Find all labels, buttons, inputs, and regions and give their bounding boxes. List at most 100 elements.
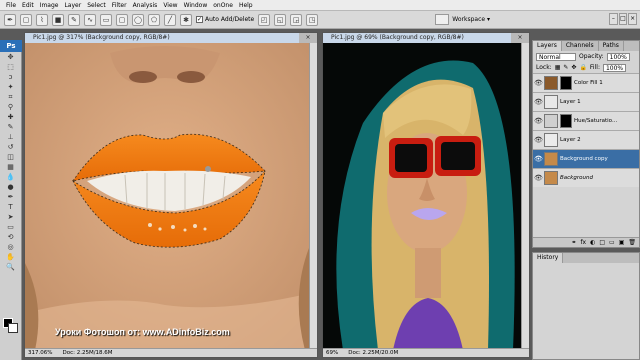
- menu-window[interactable]: Window: [181, 0, 211, 11]
- workspace-switcher[interactable]: Workspace ▾: [435, 14, 490, 25]
- link-layers-icon[interactable]: ⚭: [571, 238, 576, 247]
- custom-shape-icon[interactable]: ✱: [180, 13, 192, 26]
- fill-input[interactable]: 100%: [602, 63, 627, 72]
- line-icon[interactable]: ╱: [164, 13, 176, 26]
- lasso-tool-icon[interactable]: ↄ: [4, 73, 18, 82]
- new-layer-icon[interactable]: ▣: [619, 238, 625, 247]
- ellipse-icon[interactable]: ◯: [132, 13, 144, 26]
- menu-help[interactable]: Help: [236, 0, 256, 11]
- clone-stamp-tool-icon[interactable]: ⊥: [4, 133, 18, 142]
- visibility-eye-icon[interactable]: 👁: [534, 79, 543, 87]
- menu-select[interactable]: Select: [84, 0, 109, 11]
- layer-row[interactable]: 👁 Background copy: [533, 149, 639, 168]
- 3d-rotate-tool-icon[interactable]: ⟲: [4, 233, 18, 242]
- lock-all-icon[interactable]: 🔒: [579, 64, 586, 71]
- layer-mask-thumbnail[interactable]: [560, 114, 572, 128]
- minimize-icon[interactable]: –: [609, 13, 618, 25]
- lock-position-icon[interactable]: ✥: [571, 64, 576, 71]
- close-icon[interactable]: ×: [628, 13, 638, 25]
- visibility-eye-icon[interactable]: 👁: [534, 155, 543, 163]
- pen-icon[interactable]: ✎: [68, 13, 80, 26]
- layer-mask-icon[interactable]: □: [599, 238, 605, 247]
- eraser-tool-icon[interactable]: ◫: [4, 153, 18, 162]
- layer-row[interactable]: 👁 Hue/Saturatio...: [533, 111, 639, 130]
- shape-layers-icon[interactable]: ▢: [20, 13, 32, 26]
- menu-onone[interactable]: onOne: [210, 0, 236, 11]
- visibility-eye-icon[interactable]: 👁: [534, 98, 543, 106]
- layer-row[interactable]: 👁 Layer 1: [533, 92, 639, 111]
- blend-mode-select[interactable]: Normal: [536, 52, 576, 61]
- zoom-level[interactable]: 69%: [326, 349, 338, 357]
- blur-tool-icon[interactable]: 💧: [4, 173, 18, 182]
- canvas-full[interactable]: [323, 43, 521, 348]
- path-selection-tool-icon[interactable]: ➤: [4, 213, 18, 222]
- menu-filter[interactable]: Filter: [109, 0, 130, 11]
- path-area-exclude-icon[interactable]: ◳: [306, 13, 319, 26]
- pen-tool-icon[interactable]: ✒: [4, 193, 18, 202]
- visibility-eye-icon[interactable]: 👁: [534, 174, 543, 182]
- eyedropper-tool-icon[interactable]: ⚲: [4, 103, 18, 112]
- tab-paths[interactable]: Paths: [599, 41, 624, 51]
- document-close-icon[interactable]: ×: [299, 33, 317, 43]
- rectangle-icon[interactable]: ▭: [100, 13, 112, 26]
- dodge-tool-icon[interactable]: ●: [4, 183, 18, 192]
- opacity-input[interactable]: 100%: [606, 52, 630, 61]
- menu-layer[interactable]: Layer: [61, 0, 84, 11]
- type-tool-icon[interactable]: T: [4, 203, 18, 212]
- document-tab[interactable]: Pic1.jpg @ 317% (Background copy, RGB/8#…: [25, 33, 317, 43]
- brush-tool-icon[interactable]: ✎: [4, 123, 18, 132]
- workspace-label[interactable]: Workspace ▾: [452, 16, 490, 23]
- lock-transparency-icon[interactable]: ▦: [555, 64, 561, 71]
- tab-layers[interactable]: Layers: [533, 41, 562, 51]
- document-tab[interactable]: Pic1.jpg @ 69% (Background copy, RGB/8#)…: [323, 33, 529, 43]
- layer-row[interactable]: 👁 Color Fill 1: [533, 73, 639, 92]
- layer-row[interactable]: 👁 Background: [533, 168, 639, 187]
- lock-pixels-icon[interactable]: ✎: [563, 64, 568, 71]
- freeform-pen-icon[interactable]: ∿: [84, 13, 96, 26]
- path-area-add-icon[interactable]: ◰: [258, 13, 271, 26]
- menu-edit[interactable]: Edit: [19, 0, 37, 11]
- magic-wand-tool-icon[interactable]: ✦: [4, 83, 18, 92]
- marquee-tool-icon[interactable]: ⬚: [4, 63, 18, 72]
- adjustment-layer-icon[interactable]: ◐: [590, 238, 595, 247]
- background-color-swatch[interactable]: [8, 323, 18, 333]
- 3d-orbit-tool-icon[interactable]: ◎: [4, 243, 18, 252]
- fill-pixels-icon[interactable]: ■: [52, 13, 64, 26]
- canvas-zoomed[interactable]: Уроки Фотошоп от: www.ADinfoBiz.com: [25, 43, 309, 348]
- menu-image[interactable]: Image: [37, 0, 62, 11]
- delete-layer-icon[interactable]: 🗑: [628, 238, 636, 247]
- workspace-icon[interactable]: [435, 14, 450, 25]
- vertical-scrollbar[interactable]: [309, 43, 317, 348]
- tab-history[interactable]: History: [533, 253, 564, 263]
- auto-add-delete-checkbox[interactable]: ✓ Auto Add/Delete: [196, 16, 254, 23]
- healing-brush-tool-icon[interactable]: ✚: [4, 113, 18, 122]
- shape-tool-icon[interactable]: ▭: [4, 223, 18, 232]
- paths-icon[interactable]: ⌇: [36, 13, 48, 26]
- new-group-icon[interactable]: ▭: [609, 238, 615, 247]
- path-area-intersect-icon[interactable]: ◲: [290, 13, 303, 26]
- layer-style-icon[interactable]: fx: [580, 238, 586, 247]
- pen-tool-preset-icon[interactable]: ✒: [4, 13, 16, 26]
- menu-view[interactable]: View: [160, 0, 180, 11]
- maximize-icon[interactable]: □: [618, 13, 628, 25]
- move-tool-icon[interactable]: ✥: [4, 53, 18, 62]
- document-close-icon[interactable]: ×: [511, 33, 529, 43]
- path-area-subtract-icon[interactable]: ◱: [274, 13, 287, 26]
- zoom-tool-icon[interactable]: 🔍: [4, 263, 18, 272]
- visibility-eye-icon[interactable]: 👁: [534, 136, 543, 144]
- checkbox-icon[interactable]: ✓: [196, 16, 203, 23]
- vertical-scrollbar[interactable]: [521, 43, 529, 348]
- layer-row[interactable]: 👁 Layer 2: [533, 130, 639, 149]
- visibility-eye-icon[interactable]: 👁: [534, 117, 543, 125]
- polygon-icon[interactable]: ⬠: [148, 13, 160, 26]
- color-swatches[interactable]: [3, 318, 19, 334]
- crop-tool-icon[interactable]: ⌗: [4, 93, 18, 102]
- zoom-level[interactable]: 317.06%: [28, 349, 52, 357]
- tab-channels[interactable]: Channels: [562, 41, 599, 51]
- rounded-rectangle-icon[interactable]: ▢: [116, 13, 128, 26]
- menu-file[interactable]: File: [3, 0, 19, 11]
- gradient-tool-icon[interactable]: ▦: [4, 163, 18, 172]
- history-brush-tool-icon[interactable]: ↺: [4, 143, 18, 152]
- layer-mask-thumbnail[interactable]: [560, 76, 572, 90]
- hand-tool-icon[interactable]: ✋: [4, 253, 18, 262]
